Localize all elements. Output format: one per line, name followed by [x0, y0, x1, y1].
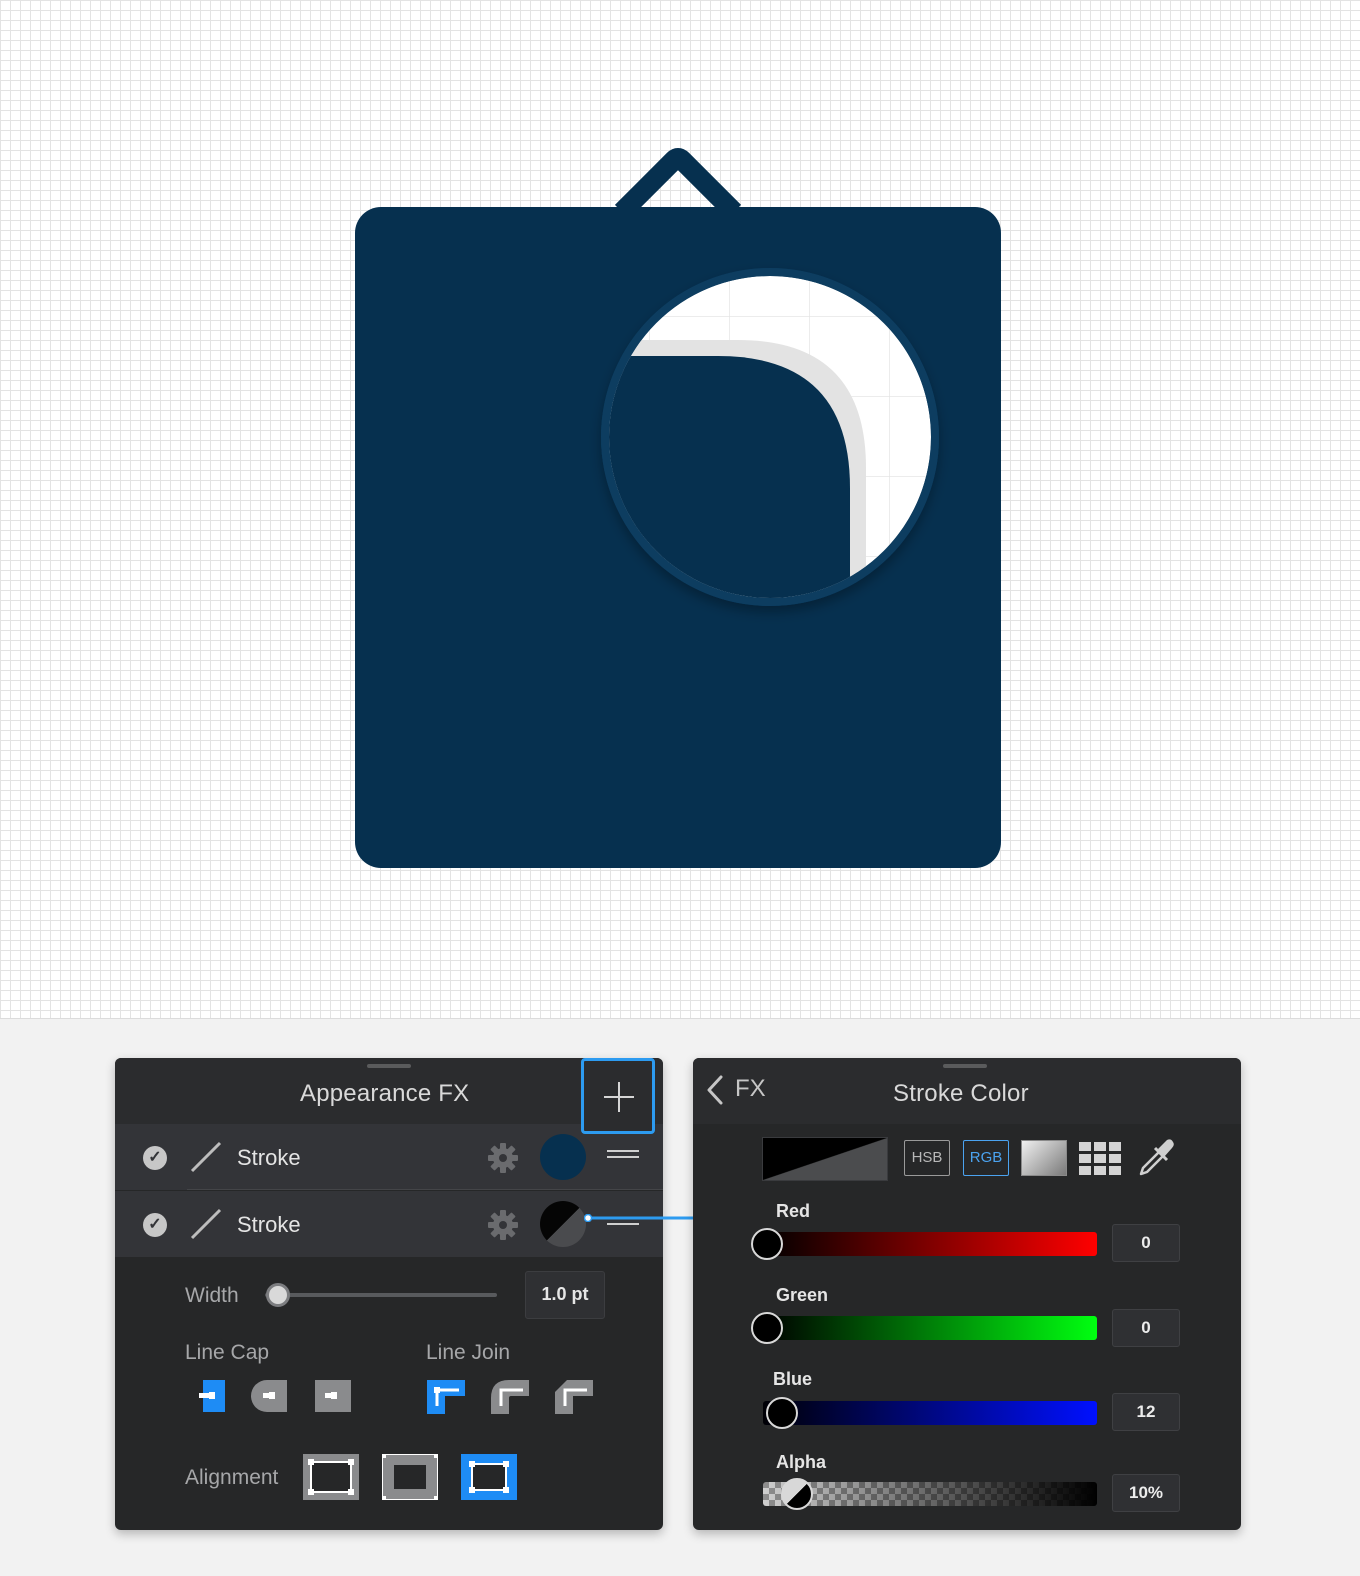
panel-connector-line: [584, 1214, 696, 1222]
panel-grabber-handle[interactable]: [943, 1064, 987, 1068]
blue-value-field[interactable]: 12: [1112, 1393, 1180, 1431]
green-slider-knob[interactable]: [751, 1312, 783, 1344]
stroke-layer-row-selected[interactable]: ✓ Stroke: [115, 1191, 663, 1257]
chevron-left-icon[interactable]: [705, 1074, 725, 1106]
panel-title: Stroke Color: [893, 1080, 1029, 1107]
align-outside-icon[interactable]: [461, 1454, 517, 1500]
checkmark-icon[interactable]: ✓: [143, 1146, 167, 1170]
square-cap-icon[interactable]: [313, 1378, 353, 1414]
plus-icon: [604, 1082, 634, 1112]
round-cap-icon[interactable]: [249, 1378, 289, 1414]
stroke-color-swatch[interactable]: [540, 1134, 586, 1180]
green-channel-slider[interactable]: [763, 1316, 1097, 1340]
alignment-label: Alignment: [185, 1466, 279, 1489]
green-value-field[interactable]: 0: [1112, 1309, 1180, 1347]
gradient-mode-button[interactable]: [1021, 1140, 1067, 1176]
alpha-value-field[interactable]: 10%: [1112, 1474, 1180, 1512]
red-channel-slider[interactable]: [763, 1232, 1097, 1256]
blue-channel-slider[interactable]: [763, 1401, 1097, 1425]
alpha-channel-label: Alpha: [776, 1452, 827, 1472]
red-channel-label: Red: [776, 1201, 811, 1221]
stroke-layer-row[interactable]: ✓ Stroke: [115, 1124, 663, 1190]
hanger-shape: [614, 148, 742, 220]
hsb-mode-button[interactable]: HSB: [904, 1140, 950, 1176]
miter-join-icon[interactable]: [427, 1378, 467, 1414]
bevel-join-icon[interactable]: [555, 1378, 595, 1414]
width-slider-knob[interactable]: [266, 1283, 290, 1307]
align-center-icon[interactable]: [303, 1454, 359, 1500]
color-preview-swatch: [762, 1137, 888, 1181]
butt-cap-icon[interactable]: [195, 1378, 235, 1414]
red-value-field[interactable]: 0: [1112, 1224, 1180, 1262]
blue-channel-label: Blue: [773, 1369, 813, 1389]
stroke-slash-icon: [190, 1141, 222, 1173]
alpha-slider-knob[interactable]: [781, 1478, 813, 1510]
stroke-color-panel: FX Stroke Color HSB RGB Red 0 Green 0 Bl…: [693, 1058, 1241, 1530]
stroke-label: Stroke: [237, 1212, 301, 1237]
green-channel-label: Green: [776, 1285, 829, 1305]
rgb-mode-button[interactable]: RGB: [963, 1140, 1009, 1176]
blue-slider-knob[interactable]: [766, 1397, 798, 1429]
stroke-label: Stroke: [237, 1145, 301, 1170]
stroke-slash-icon: [190, 1208, 222, 1240]
width-slider-track[interactable]: [265, 1293, 497, 1297]
round-join-icon[interactable]: [491, 1378, 531, 1414]
panel-grabber-handle[interactable]: [367, 1064, 411, 1068]
artboard-canvas[interactable]: [0, 0, 1360, 1019]
gear-icon[interactable]: [487, 1142, 519, 1174]
swatches-grid-icon[interactable]: [1079, 1142, 1121, 1176]
alpha-channel-slider[interactable]: [763, 1482, 1097, 1506]
reorder-handle-icon[interactable]: [607, 1150, 639, 1166]
checkmark-icon[interactable]: ✓: [143, 1213, 167, 1237]
row-divider: [187, 1189, 663, 1190]
back-button[interactable]: FX: [735, 1075, 766, 1103]
line-cap-label: Line Cap: [185, 1341, 270, 1364]
width-label: Width: [185, 1284, 239, 1307]
gear-icon[interactable]: [487, 1209, 519, 1241]
width-value-field[interactable]: 1.0 pt: [525, 1271, 605, 1319]
panel-title: Appearance FX: [300, 1080, 470, 1107]
line-join-label: Line Join: [426, 1341, 511, 1364]
red-slider-knob[interactable]: [751, 1228, 783, 1260]
add-effect-button[interactable]: [581, 1058, 655, 1134]
align-inside-icon[interactable]: [382, 1454, 438, 1500]
clock-icon-artwork[interactable]: [0, 0, 1360, 1018]
stroke-color-swatch[interactable]: [540, 1201, 586, 1247]
eyedropper-icon[interactable]: [1137, 1138, 1175, 1178]
